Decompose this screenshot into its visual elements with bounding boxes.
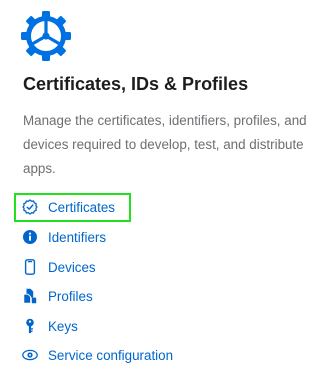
- gear-logo-icon: [20, 10, 72, 62]
- documents-icon: [22, 288, 38, 304]
- nav-item-profiles[interactable]: Profiles: [22, 285, 93, 307]
- service-config-icon: [22, 347, 38, 363]
- info-icon: [22, 229, 38, 245]
- phone-icon: [22, 259, 38, 275]
- nav-item-keys[interactable]: Keys: [22, 315, 78, 337]
- nav-item-label: Profiles: [48, 288, 93, 304]
- nav-item-service-configuration[interactable]: Service configuration: [22, 344, 173, 366]
- nav-item-certificates[interactable]: Certificates: [22, 196, 115, 218]
- page-title: Certificates, IDs & Profiles: [23, 74, 249, 94]
- nav-item-label: Devices: [48, 259, 96, 275]
- nav-item-identifiers[interactable]: Identifiers: [22, 226, 106, 248]
- nav-item-label: Identifiers: [48, 229, 107, 245]
- nav-item-label: Service configuration: [48, 347, 174, 363]
- nav-item-label: Certificates: [48, 199, 115, 215]
- page-description: Manage the certificates, identifiers, pr…: [23, 113, 307, 176]
- certificate-badge-icon: [22, 199, 38, 215]
- nav-item-devices[interactable]: Devices: [22, 256, 96, 278]
- nav-item-label: Keys: [48, 318, 78, 334]
- key-icon: [22, 318, 38, 334]
